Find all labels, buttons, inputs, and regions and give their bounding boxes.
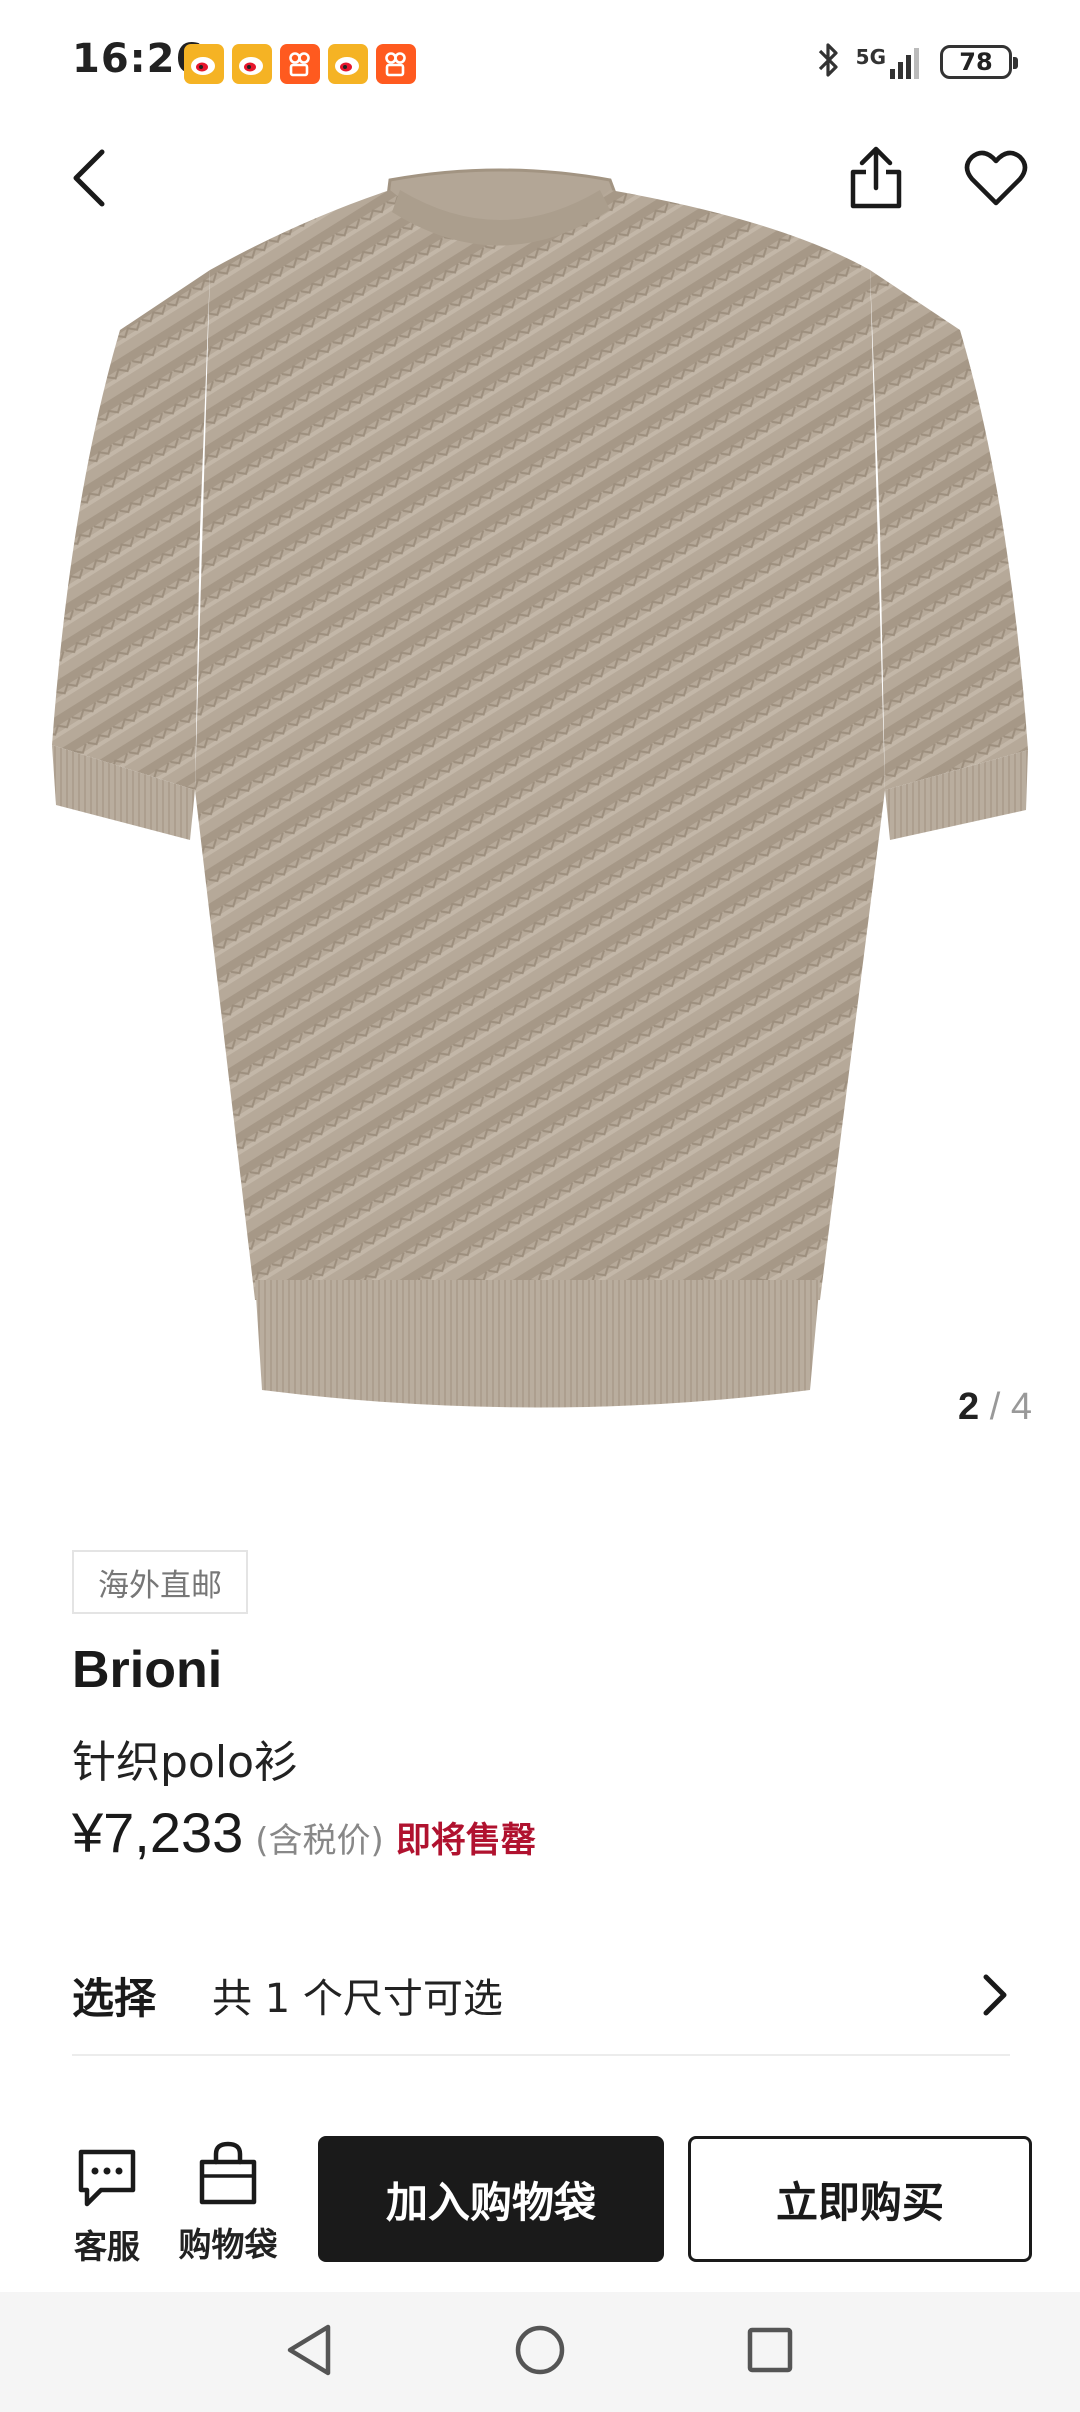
image-counter-current: 2 [958,1386,980,1428]
chat-icon [75,2146,139,2212]
product-name: 针织polo衫 [72,1737,298,1788]
battery-indicator: 78 [940,45,1018,79]
triangle-back-icon [284,2323,334,2381]
weibo-icon [232,44,272,84]
product-price: ¥7,233 [72,1801,244,1864]
size-select-row[interactable]: 选择 共 1 个尺寸可选 [72,1936,1010,2056]
heart-icon [964,149,1028,211]
product-image[interactable] [0,150,1080,1490]
image-counter-separator: / [989,1386,1001,1428]
image-counter-total: 4 [1010,1386,1032,1428]
kuaishou-icon [280,44,320,84]
customer-service-button[interactable]: 客服 [52,2146,162,2268]
share-button[interactable] [836,136,916,222]
shopping-bag-button[interactable]: 购物袋 [168,2140,288,2266]
system-home-button[interactable] [506,2318,574,2386]
circle-home-icon [513,2323,567,2381]
square-recents-icon [745,2325,795,2379]
status-bar: 16:26 5G 78 [0,0,1080,126]
select-value: 共 1 个尺寸可选 [212,1976,503,2022]
system-recents-button[interactable] [736,2318,804,2386]
signal-icon: 5G [856,45,926,79]
tax-note: (含税价) [255,1821,384,1861]
chevron-right-icon [950,1965,1010,2025]
bluetooth-icon [816,40,842,84]
stock-status: 即将售罄 [395,1821,536,1861]
customer-service-label: 客服 [74,2227,140,2266]
bottom-action-bar: 客服 购物袋 加入购物袋 立即购买 [0,2116,1080,2266]
chevron-left-icon [66,146,114,214]
back-button[interactable] [50,140,130,220]
system-nav-bar [0,2292,1080,2412]
select-label: 选择 [72,1973,157,2023]
image-counter: 2 / 4 [958,1386,1032,1429]
buy-now-button[interactable]: 立即购买 [688,2136,1032,2262]
battery-level: 78 [959,48,993,76]
shopping-bag-icon [196,2140,260,2210]
shopping-bag-label: 购物袋 [178,2225,278,2264]
network-type: 5G [855,45,886,69]
weibo-icon [184,44,224,84]
favorite-button[interactable] [956,140,1036,220]
shipping-badge: 海外直邮 [72,1550,248,1614]
status-indicators: 5G 78 [816,40,1018,84]
notification-icons [184,44,416,84]
weibo-icon [328,44,368,84]
add-to-bag-button[interactable]: 加入购物袋 [318,2136,664,2262]
system-back-button[interactable] [275,2318,343,2386]
kuaishou-icon [376,44,416,84]
price-row: ¥7,233 (含税价) 即将售罄 [72,1800,536,1865]
share-icon [848,144,904,214]
brand-name[interactable]: Brioni [72,1640,222,1700]
